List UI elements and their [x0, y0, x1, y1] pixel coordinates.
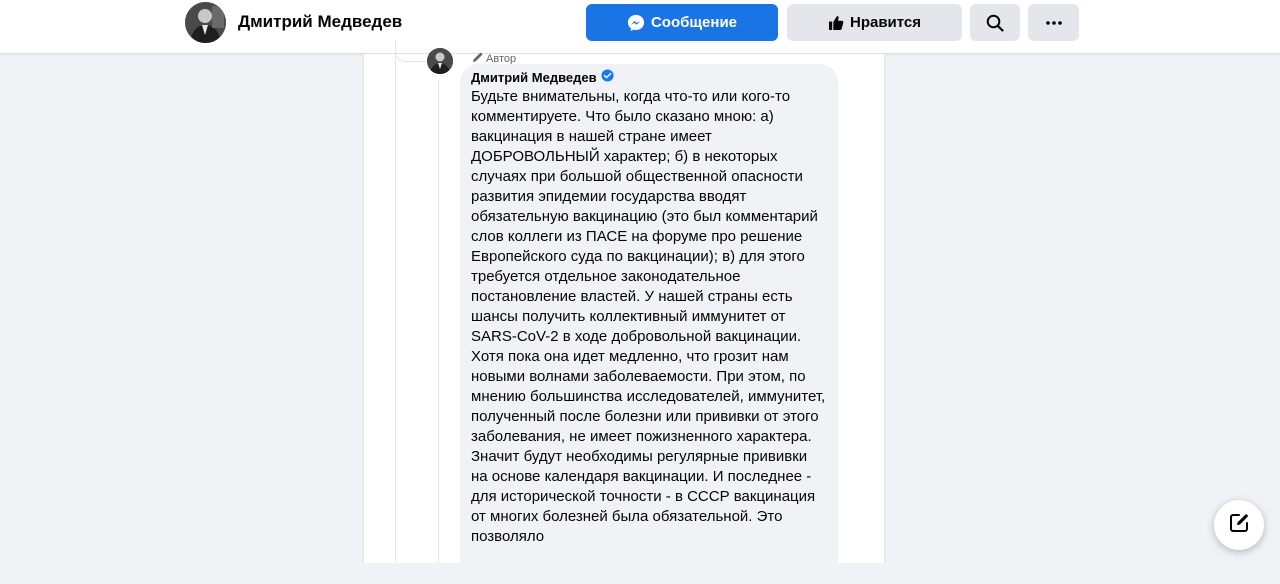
- search-button[interactable]: [970, 4, 1020, 41]
- messenger-icon: [627, 14, 645, 32]
- message-button[interactable]: Сообщение: [586, 4, 778, 41]
- comment-author-avatar[interactable]: [427, 48, 453, 74]
- comment-author-row: Дмитрий Медведев: [471, 68, 826, 86]
- profile-name[interactable]: Дмитрий Медведев: [238, 12, 402, 32]
- comment-text: Будьте внимательны, когда что-то или ког…: [471, 88, 826, 545]
- verified-badge-icon: [601, 69, 614, 85]
- search-icon: [986, 14, 1004, 32]
- reply-thread-line: [438, 80, 439, 563]
- message-button-label: Сообщение: [650, 14, 738, 31]
- new-message-button[interactable]: [1214, 500, 1264, 550]
- more-options-button[interactable]: [1028, 4, 1079, 41]
- thread-line: [395, 54, 396, 563]
- like-button[interactable]: Нравится: [787, 4, 962, 41]
- comment-bubble: Дмитрий Медведев Будьте внимательны, ког…: [460, 64, 838, 584]
- comment-author-name[interactable]: Дмитрий Медведев: [471, 70, 597, 85]
- profile-avatar[interactable]: [185, 2, 226, 43]
- compose-icon: [1228, 512, 1250, 539]
- thumbs-up-icon: [828, 15, 844, 31]
- more-dots-icon: [1045, 20, 1062, 25]
- profile-header-bar: Дмитрий Медведев Сообщение Нравится: [0, 0, 1280, 54]
- thread-connector: [395, 40, 426, 62]
- like-button-label: Нравится: [849, 14, 922, 31]
